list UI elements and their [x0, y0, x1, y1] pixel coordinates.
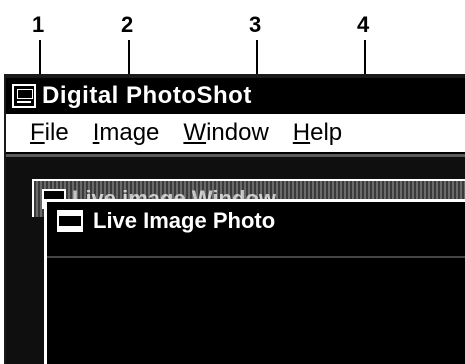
callout-number-3: 3 [249, 12, 262, 37]
menu-window-mnemonic: W [183, 119, 207, 146]
menu-image[interactable]: Image [93, 119, 160, 147]
menu-help[interactable]: Help [293, 119, 342, 147]
menu-file-mnemonic: F [30, 119, 45, 146]
app-window: Digital PhotoShot File Image Window Help… [4, 74, 465, 364]
window-title: Digital PhotoShot [42, 82, 252, 109]
callout-number-1: 1 [32, 12, 45, 37]
callout-number-4: 4 [357, 12, 370, 37]
callout-number-2: 2 [121, 12, 134, 37]
menu-file-label: ile [44, 119, 69, 146]
menu-window[interactable]: Window [183, 119, 268, 147]
menu-bar: File Image Window Help [6, 114, 465, 154]
menu-window-label: indow [206, 119, 269, 146]
mdi-client-area: Live image Window Live Image Photo [6, 154, 465, 364]
app-window-icon[interactable] [12, 84, 36, 108]
title-bar[interactable]: Digital PhotoShot [6, 78, 465, 114]
menu-help-label: elp [310, 119, 343, 146]
window-divider [47, 256, 465, 258]
menu-help-mnemonic: H [292, 119, 311, 146]
window-icon [57, 210, 83, 232]
live-image-photo-window[interactable]: Live Image Photo [44, 199, 465, 364]
menu-image-label: mage [99, 119, 160, 146]
menu-file[interactable]: File [30, 119, 69, 147]
child-window-title: Live Image Photo [93, 208, 276, 233]
live-image-photo-titlebar[interactable]: Live Image Photo [47, 202, 465, 240]
